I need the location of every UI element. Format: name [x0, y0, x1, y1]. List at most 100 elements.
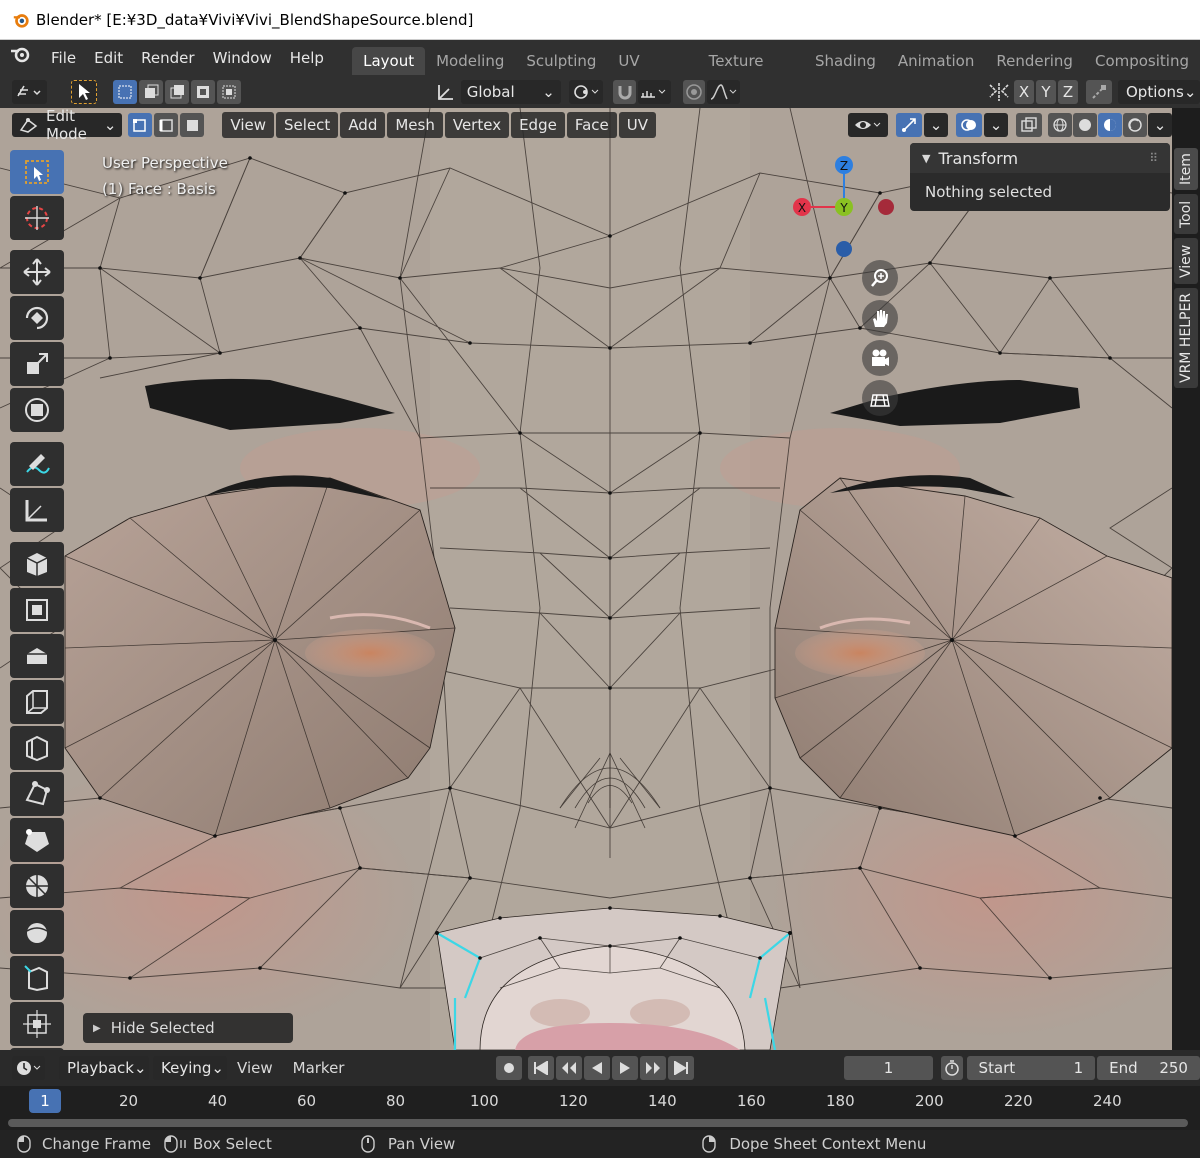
- tool-shrink-fatten[interactable]: [10, 910, 64, 954]
- menu-view[interactable]: View: [222, 112, 275, 138]
- tool-inset[interactable]: [10, 634, 64, 678]
- select-mode-invert-button[interactable]: [190, 80, 215, 104]
- start-frame-field[interactable]: Start 1: [966, 1056, 1096, 1080]
- editor-type-dropdown[interactable]: [12, 80, 47, 104]
- zoom-view-button[interactable]: [862, 260, 898, 296]
- pivot-point-dropdown[interactable]: [568, 80, 604, 104]
- menu-window[interactable]: Window: [204, 40, 281, 76]
- transform-orientation-dropdown[interactable]: Global ⌄: [460, 80, 561, 104]
- solid-shading-button[interactable]: [1073, 113, 1097, 137]
- show-overlays-toggle[interactable]: [956, 113, 982, 137]
- material-preview-button[interactable]: [1098, 113, 1122, 137]
- mirror-z-toggle[interactable]: Z: [1057, 80, 1078, 104]
- shading-dropdown[interactable]: ⌄: [1148, 113, 1172, 137]
- transform-section-header[interactable]: ▼ Transform ⠿: [910, 143, 1170, 173]
- mode-dropdown[interactable]: Edit Mode ⌄: [12, 107, 123, 143]
- sidebar-tab-item[interactable]: Item: [1174, 148, 1198, 190]
- tool-add-cube[interactable]: [10, 542, 64, 586]
- gizmo-dropdown[interactable]: ⌄: [924, 113, 948, 137]
- auto-merge-toggle[interactable]: [1085, 80, 1112, 104]
- select-mode-intersect-button[interactable]: [216, 80, 241, 104]
- select-mode-subtract-button[interactable]: [164, 80, 189, 104]
- proportional-falloff-dropdown[interactable]: [707, 80, 740, 104]
- workspace-tab-layout[interactable]: Layout: [352, 47, 426, 75]
- blender-menu-icon[interactable]: [0, 40, 42, 76]
- menu-help[interactable]: Help: [281, 40, 333, 76]
- select-mode-extend-button[interactable]: [138, 80, 163, 104]
- tool-move[interactable]: [10, 250, 64, 294]
- keying-menu[interactable]: Keying ⌄: [153, 1056, 228, 1080]
- menu-edit[interactable]: Edit: [85, 40, 132, 76]
- tool-smooth[interactable]: [10, 864, 64, 908]
- workspace-tab-modeling[interactable]: Modeling: [425, 47, 515, 75]
- jump-keyframe-forward-button[interactable]: [640, 1056, 667, 1080]
- ortho-toggle-button[interactable]: [862, 380, 898, 416]
- timeline-scrollbar[interactable]: [8, 1119, 1188, 1127]
- rendered-shading-button[interactable]: [1123, 113, 1147, 137]
- frame-ruler[interactable]: 1 20 40 60 80 100 120 140 160 180 200 22…: [0, 1086, 1200, 1116]
- camera-view-button[interactable]: [862, 340, 898, 376]
- menu-uv[interactable]: UV: [618, 112, 656, 138]
- workspace-tab-shading[interactable]: Shading: [804, 47, 887, 75]
- tool-rotate[interactable]: [10, 296, 64, 340]
- tool-transform[interactable]: [10, 388, 64, 432]
- tool-spin[interactable]: [10, 818, 64, 862]
- tool-poly-build[interactable]: [10, 772, 64, 816]
- sidebar-tab-view[interactable]: View: [1174, 238, 1198, 284]
- workspace-tab-compositing[interactable]: Compositing: [1084, 47, 1200, 75]
- tool-rip[interactable]: [10, 1002, 64, 1046]
- overlays-dropdown[interactable]: ⌄: [984, 113, 1008, 137]
- tool-bevel[interactable]: [10, 680, 64, 724]
- menu-select[interactable]: Select: [276, 112, 339, 138]
- tool-select-box[interactable]: [10, 150, 64, 194]
- vertex-select-mode-button[interactable]: [128, 113, 153, 137]
- record-button[interactable]: [496, 1056, 523, 1080]
- mirror-y-toggle[interactable]: Y: [1035, 80, 1056, 104]
- options-dropdown[interactable]: Options ⌄: [1117, 80, 1200, 104]
- timeline-marker-menu[interactable]: Marker: [293, 1059, 345, 1077]
- tool-push-pull[interactable]: [10, 956, 64, 1000]
- workspace-tab-uv-editing[interactable]: UV Editing: [607, 47, 697, 98]
- wireframe-shading-button[interactable]: [1048, 113, 1072, 137]
- visibility-dropdown[interactable]: [848, 113, 888, 137]
- tool-scale[interactable]: [10, 342, 64, 386]
- pan-view-button[interactable]: [862, 300, 898, 336]
- timeline-view-menu[interactable]: View: [237, 1059, 273, 1077]
- menu-vertex[interactable]: Vertex: [444, 112, 510, 138]
- 3d-viewport[interactable]: User Perspective (1) Face : Basis Z X Y …: [0, 108, 1172, 1050]
- edge-select-mode-button[interactable]: [154, 113, 179, 137]
- tool-annotate[interactable]: [10, 442, 64, 486]
- workspace-tab-sculpting[interactable]: Sculpting: [515, 47, 607, 75]
- sidebar-tab-vrm-helper[interactable]: VRM HELPER: [1174, 288, 1198, 388]
- playhead-frame-indicator[interactable]: 1: [29, 1089, 61, 1113]
- play-button[interactable]: [612, 1056, 639, 1080]
- preview-range-toggle[interactable]: [940, 1056, 963, 1080]
- current-frame-field[interactable]: 1: [844, 1056, 933, 1080]
- xray-toggle[interactable]: [1016, 113, 1042, 137]
- workspace-tab-texture-paint[interactable]: Texture Paint: [698, 47, 804, 98]
- menu-render[interactable]: Render: [132, 40, 203, 76]
- menu-edge[interactable]: Edge: [511, 112, 565, 138]
- play-reverse-button[interactable]: [584, 1056, 611, 1080]
- snap-target-dropdown[interactable]: [637, 80, 671, 104]
- proportional-edit-toggle[interactable]: [682, 80, 706, 104]
- sidebar-tab-tool[interactable]: Tool: [1174, 194, 1198, 234]
- jump-keyframe-back-button[interactable]: [556, 1056, 583, 1080]
- end-frame-field[interactable]: End 250: [1097, 1056, 1200, 1080]
- last-operator-panel[interactable]: ▶ Hide Selected: [83, 1013, 293, 1043]
- select-tool-button[interactable]: [70, 80, 97, 104]
- select-mode-new-button[interactable]: [112, 80, 137, 104]
- drag-handle-icon[interactable]: ⠿: [1149, 151, 1158, 165]
- face-select-mode-button[interactable]: [180, 113, 205, 137]
- tool-cursor[interactable]: [10, 196, 64, 240]
- mirror-x-toggle[interactable]: X: [1013, 80, 1034, 104]
- tool-loop-cut[interactable]: [10, 726, 64, 770]
- menu-file[interactable]: File: [42, 40, 85, 76]
- jump-start-button[interactable]: [528, 1056, 555, 1080]
- timeline-editor-type-dropdown[interactable]: [12, 1056, 46, 1080]
- tool-extrude[interactable]: [10, 588, 64, 632]
- menu-add[interactable]: Add: [340, 112, 386, 138]
- navigation-gizmo[interactable]: Z X Y: [780, 148, 910, 268]
- tool-measure[interactable]: [10, 488, 64, 532]
- workspace-tab-rendering[interactable]: Rendering: [985, 47, 1084, 75]
